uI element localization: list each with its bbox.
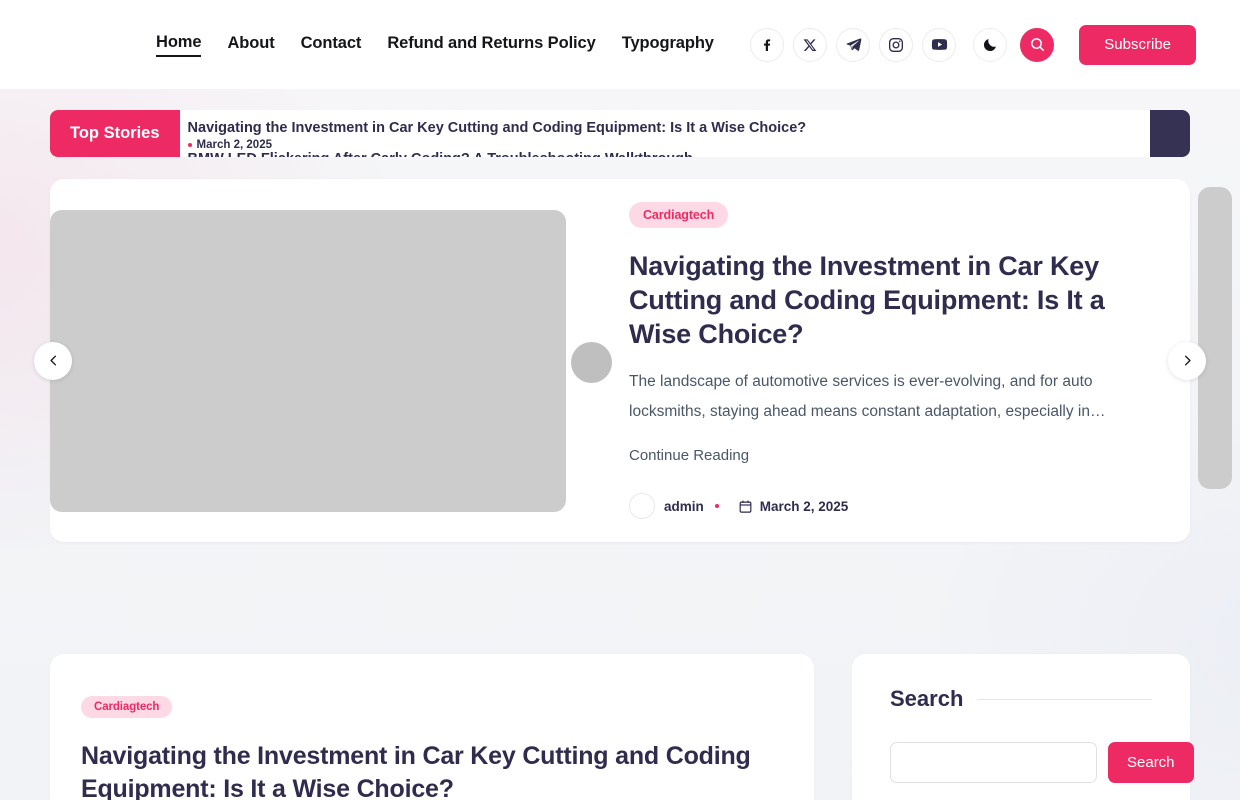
featured-image-placeholder <box>50 209 566 512</box>
ticker-item-title[interactable]: Navigating the Investment in Car Key Cut… <box>188 119 807 137</box>
top-stories-ticker: Top Stories Navigating the Investment in… <box>50 110 1190 157</box>
featured-content: Cardiagtech Navigating the Investment in… <box>566 201 1160 520</box>
content-grid: Cardiagtech Navigating the Investment in… <box>50 654 1194 800</box>
search-submit-button[interactable]: Search <box>1108 742 1194 783</box>
ticker-tail-block <box>1150 110 1190 157</box>
publish-date: March 2, 2025 <box>759 498 849 514</box>
next-slide-preview <box>1198 187 1232 489</box>
category-badge[interactable]: Cardiagtech <box>81 696 173 718</box>
instagram-icon[interactable] <box>879 27 914 62</box>
telegram-icon[interactable] <box>836 27 871 62</box>
chevron-left-icon <box>49 355 56 366</box>
nav-item-typography[interactable]: Typography <box>622 34 714 56</box>
nav-item-contact[interactable]: Contact <box>301 34 362 56</box>
bullet-dot-icon <box>187 143 192 148</box>
post-title[interactable]: Navigating the Investment in Car Key Cut… <box>81 740 784 800</box>
nav-item-home[interactable]: Home <box>156 33 202 57</box>
nav-item-refund-and-returns-policy[interactable]: Refund and Returns Policy <box>387 34 595 56</box>
facebook-icon[interactable] <box>750 27 785 62</box>
x-twitter-icon[interactable] <box>793 27 828 62</box>
search-widget-header: Search <box>890 686 1152 712</box>
featured-excerpt: The landscape of automotive services is … <box>629 372 1106 421</box>
youtube-icon[interactable] <box>922 27 957 62</box>
sidebar: Search Search <box>852 654 1194 800</box>
loading-bubble <box>571 341 612 383</box>
ticker-items: Navigating the Investment in Car Key Cut… <box>179 110 1150 157</box>
bullet-dot-icon <box>714 504 719 509</box>
ticker-item[interactable]: Navigating the Investment in Car Key Cut… <box>187 119 807 151</box>
search-icon[interactable] <box>1020 27 1055 62</box>
featured-carousel: Cardiagtech Navigating the Investment in… <box>34 179 1232 542</box>
page-root: Home About Contact Refund and Returns Po… <box>0 0 1240 800</box>
header-actions: Subscribe <box>750 24 1196 65</box>
calendar-icon <box>739 500 752 513</box>
nav-item-about[interactable]: About <box>227 34 274 56</box>
author-name[interactable]: admin <box>664 499 704 514</box>
featured-meta: admin March 2, 2025 <box>629 493 1150 520</box>
carousel-prev-button[interactable] <box>34 341 72 380</box>
category-badge[interactable]: Cardiagtech <box>629 201 729 228</box>
featured-title[interactable]: Navigating the Investment in Car Key Cut… <box>629 249 1150 351</box>
moon-icon[interactable] <box>973 27 1008 62</box>
ticker-label: Top Stories <box>50 110 180 157</box>
search-widget-title: Search <box>890 686 964 711</box>
post-card: Cardiagtech Navigating the Investment in… <box>50 654 814 800</box>
search-input[interactable] <box>890 742 1097 783</box>
ticker-item-title[interactable]: BMW LED Flickering After Carly Coding? A… <box>188 150 693 157</box>
carousel-next-button[interactable] <box>1168 341 1206 380</box>
site-header: Home About Contact Refund and Returns Po… <box>0 0 1240 89</box>
publish-date-group: March 2, 2025 <box>738 498 849 514</box>
primary-navigation: Home About Contact Refund and Returns Po… <box>156 33 714 57</box>
chevron-right-icon <box>1184 355 1191 366</box>
search-form: Search <box>890 742 1194 783</box>
subscribe-button[interactable]: Subscribe <box>1079 24 1196 65</box>
divider <box>977 698 1152 700</box>
avatar <box>629 493 655 520</box>
ticker-item[interactable]: BMW LED Flickering After Carly Coding? A… <box>188 150 693 157</box>
continue-reading-link[interactable]: Continue Reading <box>629 447 749 464</box>
